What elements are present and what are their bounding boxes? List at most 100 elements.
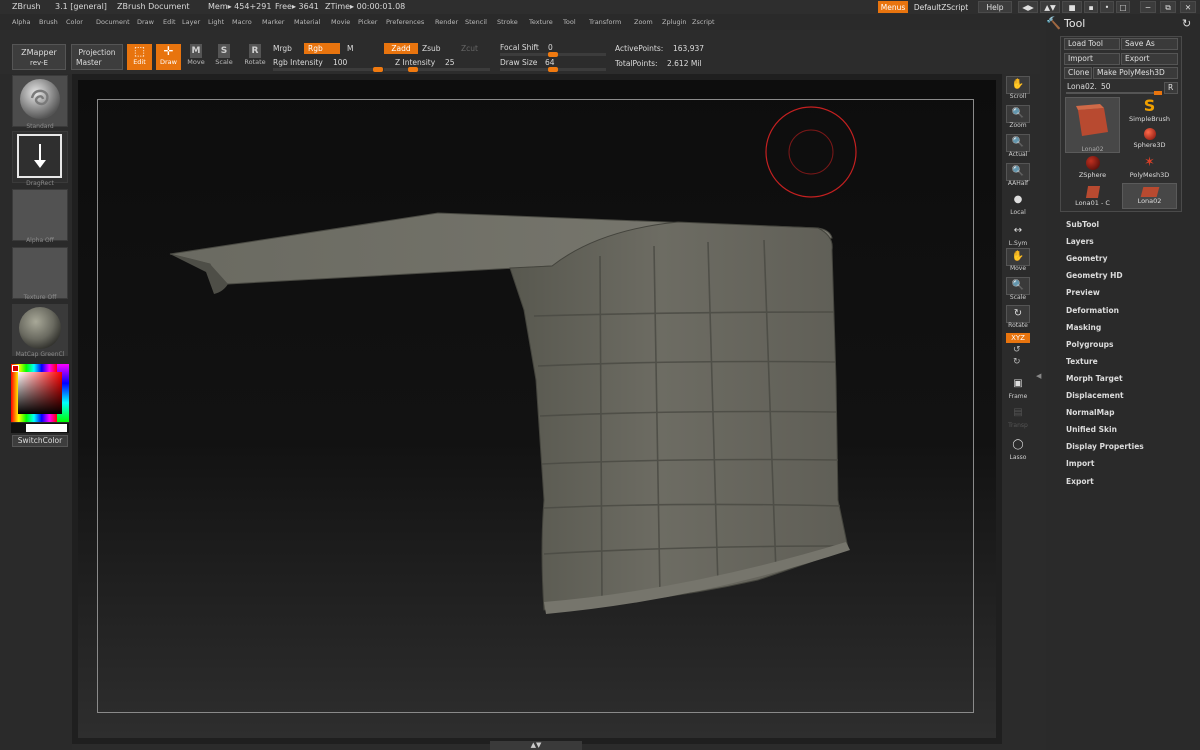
tool-section-display-properties[interactable]: Display Properties	[1066, 442, 1144, 451]
menu-zoom[interactable]: Zoom	[634, 14, 653, 30]
tool-slot-sphere3d[interactable]: Sphere3D	[1122, 126, 1177, 154]
tool-section-import[interactable]: Import	[1066, 459, 1094, 468]
focal-shift-knob[interactable]	[548, 52, 558, 57]
menu-texture[interactable]: Texture	[529, 14, 553, 30]
zmapper-button[interactable]: ZMapper rev-E	[12, 44, 66, 70]
edit-button[interactable]: ⬚ Edit	[127, 44, 152, 70]
menu-material[interactable]: Material	[294, 14, 320, 30]
tool-section-layers[interactable]: Layers	[1066, 237, 1094, 246]
alpha-thumbnail[interactable]	[12, 189, 68, 241]
make-polymesh-button[interactable]: Make PolyMesh3D	[1093, 67, 1178, 79]
menu-brush[interactable]: Brush	[39, 14, 58, 30]
menu-picker[interactable]: Picker	[358, 14, 377, 30]
color-marker[interactable]	[12, 365, 19, 372]
refresh-icon[interactable]: ↻	[1182, 17, 1191, 30]
projection-master-button[interactable]: Projection Master	[71, 44, 123, 70]
panel-dot-icon[interactable]: •	[1100, 1, 1114, 13]
rotate-button[interactable]: R Rotate	[242, 44, 268, 70]
tool-section-deformation[interactable]: Deformation	[1066, 306, 1119, 315]
r-button[interactable]: R	[1164, 82, 1178, 94]
scale-button[interactable]: S Scale	[213, 44, 235, 70]
draw-size-knob[interactable]	[548, 67, 558, 72]
m-button[interactable]: M	[347, 44, 353, 53]
panel-small-icon[interactable]: ▪	[1084, 1, 1098, 13]
tool-slider[interactable]	[1066, 91, 1162, 95]
tool-slot-lona01[interactable]: Lona01 - C	[1065, 183, 1120, 211]
menu-alpha[interactable]: Alpha	[12, 14, 30, 30]
import-button[interactable]: Import	[1064, 53, 1120, 65]
save-as-button[interactable]: Save As	[1121, 38, 1178, 50]
tool-section-masking[interactable]: Masking	[1066, 323, 1101, 332]
move-button[interactable]: M Move	[186, 44, 206, 70]
menu-color[interactable]: Color	[66, 14, 83, 30]
panel-square-icon[interactable]: □	[1116, 1, 1130, 13]
zadd-button[interactable]: Zadd	[384, 43, 418, 54]
tool-section-geometry-hd[interactable]: Geometry HD	[1066, 271, 1123, 280]
zcut-button[interactable]: Zcut	[461, 44, 478, 53]
rgb-button[interactable]: Rgb	[304, 43, 340, 54]
z-intensity-knob[interactable]	[408, 67, 418, 72]
tool-slot-simplebrush[interactable]: S SimpleBrush	[1122, 97, 1177, 125]
tool-section-displacement[interactable]: Displacement	[1066, 391, 1124, 400]
frame-button[interactable]: ▣	[1006, 376, 1030, 394]
scale-button[interactable]: 🔍	[1006, 277, 1030, 295]
draw-size-slider[interactable]	[500, 67, 606, 72]
menu-tool[interactable]: Tool	[563, 14, 576, 30]
default-zscript-button[interactable]: DefaultZScript	[910, 1, 972, 13]
menu-draw[interactable]: Draw	[137, 14, 154, 30]
material-thumbnail[interactable]	[12, 304, 68, 356]
draw-button[interactable]: ✛ Draw	[156, 44, 181, 70]
move-button[interactable]: ✋	[1006, 248, 1030, 266]
menu-document[interactable]: Document	[96, 14, 130, 30]
menu-render[interactable]: Render	[435, 14, 458, 30]
menu-zscript[interactable]: Zscript	[692, 14, 715, 30]
menu-zplugin[interactable]: Zplugin	[662, 14, 687, 30]
arrows-ud-icon[interactable]: ▲▼	[1040, 1, 1060, 13]
menu-preferences[interactable]: Preferences	[386, 14, 424, 30]
export-button[interactable]: Export	[1121, 53, 1178, 65]
canvas-scroll-handle[interactable]: ▲▼	[490, 741, 582, 750]
color-picker[interactable]	[11, 364, 69, 422]
mrgb-button[interactable]: Mrgb	[273, 44, 292, 53]
scroll-button[interactable]: ✋	[1006, 76, 1030, 94]
menu-macro[interactable]: Macro	[232, 14, 252, 30]
brush-standard-thumbnail[interactable]	[12, 75, 68, 127]
tool-section-texture[interactable]: Texture	[1066, 357, 1098, 366]
tool-section-unified-skin[interactable]: Unified Skin	[1066, 425, 1117, 434]
menu-transform[interactable]: Transform	[589, 14, 621, 30]
restore-icon[interactable]: ⧉	[1160, 1, 1176, 13]
xyz-button[interactable]: XYZ	[1006, 333, 1030, 343]
tool-section-export[interactable]: Export	[1066, 477, 1094, 486]
tool-slider-knob[interactable]	[1154, 91, 1162, 95]
z-intensity-slider[interactable]	[384, 67, 490, 72]
lsym-button[interactable]: ↔	[1006, 223, 1030, 241]
zsub-button[interactable]: Zsub	[422, 44, 441, 53]
rgb-intensity-knob[interactable]	[373, 67, 383, 72]
rotate-z-icon[interactable]: ↺	[1013, 345, 1021, 355]
menu-movie[interactable]: Movie	[331, 14, 350, 30]
menu-stroke[interactable]: Stroke	[497, 14, 518, 30]
tool-section-polygroups[interactable]: Polygroups	[1066, 340, 1114, 349]
transp-button[interactable]: ▤	[1006, 405, 1030, 423]
secondary-color-swatch[interactable]	[26, 424, 67, 432]
rgb-intensity-slider[interactable]	[273, 67, 383, 72]
actual-button[interactable]: 🔍	[1006, 134, 1030, 152]
collapse-arrow-icon[interactable]: ◀	[1036, 372, 1041, 380]
zoom-button[interactable]: 🔍	[1006, 105, 1030, 123]
lasso-button[interactable]: ◯	[1006, 437, 1030, 455]
menus-button[interactable]: Menus	[878, 1, 908, 13]
tool-slot-zsphere[interactable]: ZSphere	[1065, 155, 1120, 183]
menu-marker[interactable]: Marker	[262, 14, 284, 30]
panel-toggle-icon[interactable]: ■	[1062, 1, 1082, 13]
clone-button[interactable]: Clone	[1064, 67, 1092, 79]
rotate-button[interactable]: ↻	[1006, 305, 1030, 323]
menu-edit[interactable]: Edit	[163, 14, 176, 30]
focal-shift-slider[interactable]	[500, 52, 606, 57]
switch-color-button[interactable]: SwitchColor	[12, 435, 68, 447]
tool-section-preview[interactable]: Preview	[1066, 288, 1100, 297]
menu-light[interactable]: Light	[208, 14, 224, 30]
arrows-lr-icon[interactable]: ◀▶	[1018, 1, 1038, 13]
aahalf-button[interactable]: 🔍	[1006, 163, 1030, 181]
help-button[interactable]: Help	[978, 1, 1012, 13]
tool-slot-main[interactable]: Lona02	[1065, 97, 1120, 153]
